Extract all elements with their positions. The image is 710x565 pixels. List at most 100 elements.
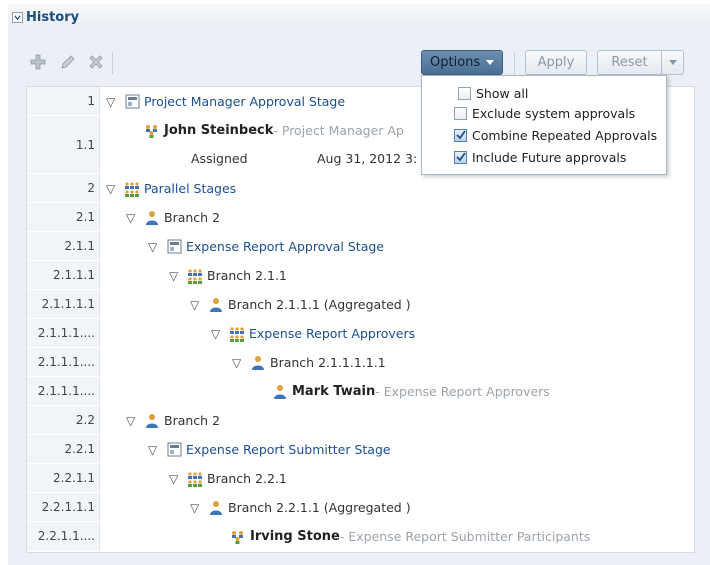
stage-icon: [124, 94, 140, 110]
row-number: 2.1.1: [27, 232, 100, 261]
row-number: 2.2.1: [27, 435, 100, 464]
option-label: Show all: [476, 85, 529, 101]
participant-date: Aug 31, 2012 3:: [317, 151, 418, 166]
user-icon: [272, 384, 288, 400]
expand-icon[interactable]: ▽: [148, 443, 162, 457]
row-number: 2.1.1.1: [27, 261, 100, 290]
expand-icon[interactable]: ▽: [190, 298, 204, 312]
checkmark-icon: [455, 130, 466, 140]
group-icon: [187, 268, 203, 284]
expand-icon[interactable]: ▽: [190, 501, 204, 515]
participant-name: John Steinbeck: [164, 123, 274, 138]
add-icon[interactable]: [28, 52, 48, 72]
participant-group: - Expense Report Submitter Participants: [339, 529, 591, 544]
expand-icon[interactable]: ▽: [148, 240, 162, 254]
toolbar-divider: [514, 52, 515, 74]
option-combine-repeated[interactable]: Combine Repeated Approvals: [454, 125, 657, 145]
tree-node-label: Branch 2: [164, 210, 221, 225]
chevron-down-icon: [486, 60, 495, 65]
tree-node-label: Branch 2.2.1.1 (Aggregated ): [228, 500, 411, 515]
tree-node-label: Branch 2: [164, 413, 221, 428]
row-number: 2.1.1.1....: [27, 319, 100, 348]
delete-icon[interactable]: [86, 52, 106, 72]
tree-row: 2.2 ▽ Branch 2: [27, 406, 694, 435]
tree-node-label: Branch 2.1.1: [207, 268, 287, 283]
row-number: 1: [27, 87, 100, 116]
tree-row: 2.1 ▽ Branch 2: [27, 203, 694, 232]
option-label: Exclude system approvals: [472, 105, 636, 121]
row-number: 2.1.1.1.1: [27, 290, 100, 319]
edit-icon[interactable]: [58, 52, 78, 72]
tree-row: 2.1.1.1.... ▽ Branch 2.1.1.1.1.1: [27, 348, 694, 377]
group-icon: [187, 471, 203, 487]
toolbar-divider: [112, 52, 113, 74]
checkbox-combine-repeated[interactable]: [454, 128, 467, 142]
expand-icon[interactable]: ▽: [169, 269, 183, 283]
user-icon: [144, 413, 160, 429]
row-number: 2.1.1.1....: [27, 377, 100, 406]
options-label: Options: [430, 55, 481, 70]
tree-row: 2.1.1.1 ▽ Branch 2.1.1: [27, 261, 694, 290]
tree-row: 2.2.1 ▽ Expense Report Submitter Stage: [27, 435, 694, 464]
stage-icon: [166, 442, 182, 458]
row-number: 2.2: [27, 406, 100, 435]
tree-node-label[interactable]: Project Manager Approval Stage: [144, 94, 345, 109]
tree-node-label[interactable]: Expense Report Approvers: [249, 326, 415, 341]
tree-row: 2.1.1.1.... ▽ Expense Report Approvers: [27, 319, 694, 348]
chevron-down-icon: [14, 14, 21, 20]
expand-icon[interactable]: ▽: [106, 182, 120, 196]
tree-row: 2 ▽ Parallel Stages: [27, 174, 694, 203]
expand-icon[interactable]: ▽: [106, 95, 120, 109]
tree-row: 2.2.1.1 ▽ Branch 2.2.1: [27, 464, 694, 493]
expand-icon[interactable]: ▽: [169, 472, 183, 486]
tree-row: 2.2.1.1.... Irving Stone - Expense Repor…: [27, 522, 694, 551]
participant-group-icon: [144, 123, 160, 139]
reset-button[interactable]: Reset: [597, 50, 662, 75]
row-number: 2.1.1.1....: [27, 348, 100, 377]
tree-node-label[interactable]: Expense Report Approval Stage: [186, 239, 384, 254]
tree-node-label: Branch 2.1.1.1.1.1: [270, 355, 386, 370]
row-number: 2.2.1.1....: [27, 522, 100, 551]
row-number: 2.2.1.1.1: [27, 493, 100, 522]
checkbox-show-all[interactable]: [458, 86, 471, 100]
tree-node-label[interactable]: Expense Report Submitter Stage: [186, 442, 391, 457]
row-number: 1.1: [27, 116, 100, 174]
user-icon: [208, 500, 224, 516]
options-button[interactable]: Options: [421, 50, 503, 75]
expand-icon[interactable]: ▽: [232, 356, 246, 370]
reset-menu-button[interactable]: [662, 50, 684, 75]
tree-row: 2.1.1 ▽ Expense Report Approval Stage: [27, 232, 694, 261]
user-icon: [250, 355, 266, 371]
panel-title: History: [26, 9, 80, 25]
row-number: 2.1: [27, 203, 100, 232]
participant-group-icon: [230, 529, 246, 545]
user-icon: [144, 210, 160, 226]
chevron-down-icon: [668, 60, 677, 65]
expand-icon[interactable]: ▽: [126, 414, 140, 428]
participant-name: Mark Twain: [292, 384, 376, 399]
tree-node-label: Branch 2.1.1.1 (Aggregated ): [228, 297, 411, 312]
panel-header: History: [8, 4, 710, 30]
option-exclude-system[interactable]: Exclude system approvals: [454, 103, 635, 123]
option-label: Combine Repeated Approvals: [472, 127, 658, 143]
participant-group: - Expense Report Approvers: [375, 384, 550, 399]
group-icon: [229, 326, 245, 342]
participant-name: Irving Stone: [250, 529, 340, 544]
stage-icon: [166, 239, 182, 255]
tree-row: 2.1.1.1.1 ▽ Branch 2.1.1.1 (Aggregated ): [27, 290, 694, 319]
checkbox-exclude-system[interactable]: [454, 106, 467, 120]
user-icon: [208, 297, 224, 313]
participant-status: Assigned: [191, 151, 248, 166]
expand-icon[interactable]: ▽: [211, 327, 225, 341]
checkbox-include-future[interactable]: [454, 150, 467, 164]
row-number: 2: [27, 174, 100, 203]
tree-node-label[interactable]: Parallel Stages: [144, 181, 236, 196]
collapse-toggle[interactable]: [12, 11, 23, 23]
apply-button[interactable]: Apply: [525, 50, 587, 75]
expand-icon[interactable]: ▽: [126, 211, 140, 225]
tree-row: 2.2.1.1.1 ▽ Branch 2.2.1.1 (Aggregated ): [27, 493, 694, 522]
option-show-all[interactable]: Show all: [458, 83, 528, 103]
tree-node-label: Branch 2.2.1: [207, 471, 287, 486]
option-include-future[interactable]: Include Future approvals: [454, 147, 626, 167]
options-menu: Show all Exclude system approvals Combin…: [421, 75, 667, 175]
